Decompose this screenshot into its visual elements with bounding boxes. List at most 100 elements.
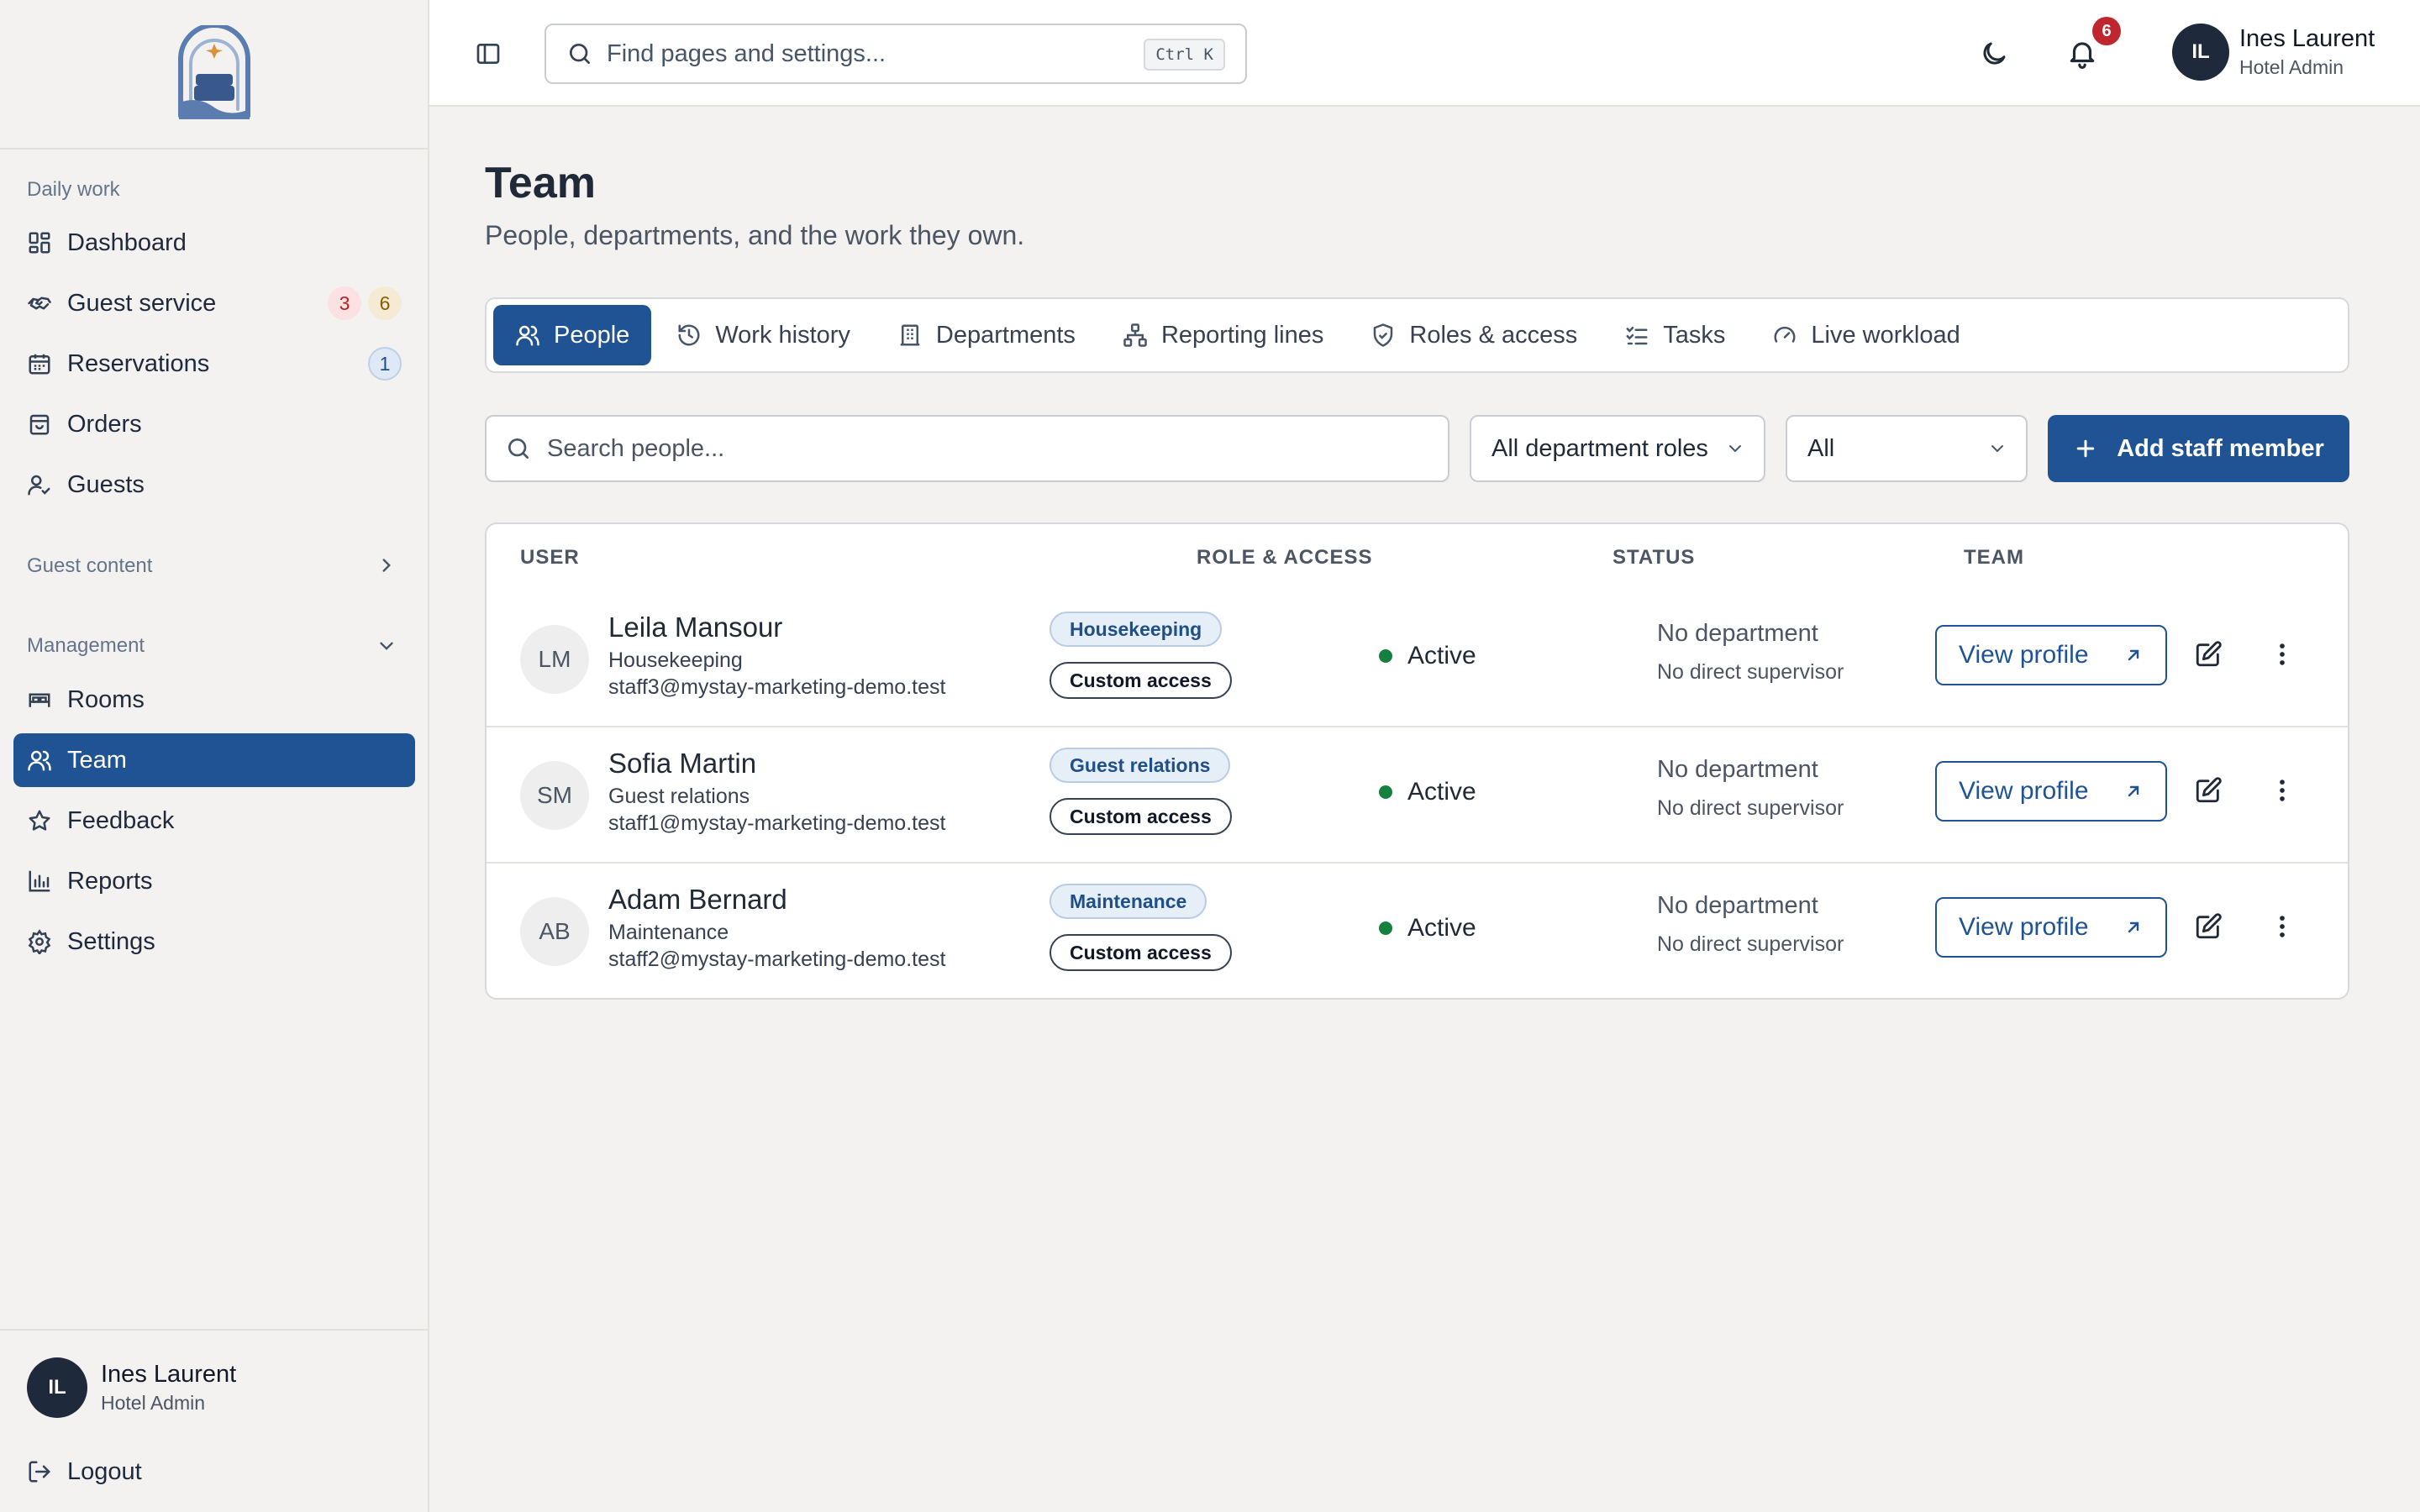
tab-departments[interactable]: Departments	[876, 305, 1097, 365]
department-role-value: All department roles	[1491, 434, 1708, 462]
status-indicator: Active	[1379, 914, 1476, 942]
user-name: Adam Bernard	[608, 884, 787, 915]
column-header-status[interactable]: STATUS	[1612, 546, 1695, 570]
page-title: Team	[485, 159, 596, 207]
sidebar-footer: IL Ines Laurent Hotel Admin Logout	[0, 1329, 428, 1512]
department-role-select[interactable]: All department roles	[1470, 415, 1765, 482]
sidebar-item-label: Rooms	[67, 685, 145, 713]
chevron-down-icon	[1991, 445, 2003, 453]
avatar: LM	[520, 625, 589, 694]
global-search-placeholder: Find pages and settings...	[607, 39, 886, 67]
reservation-count-badge: 1	[368, 347, 402, 381]
more-vertical-icon[interactable]	[2268, 776, 2296, 805]
view-profile-label: View profile	[1959, 913, 2089, 941]
global-search-input[interactable]: Find pages and settings... Ctrl K	[544, 24, 1247, 84]
avatar: SM	[520, 761, 589, 830]
people-table: USER ROLE & ACCESS STATUS TEAM LM Leila …	[485, 522, 2349, 1000]
section-label-daily-work: Daily work	[27, 178, 120, 201]
bar-chart-icon	[29, 870, 50, 892]
tab-people[interactable]: People	[493, 305, 652, 365]
edit-icon[interactable]	[2194, 776, 2223, 805]
user-menu[interactable]: IL Ines Laurent Hotel Admin	[2172, 24, 2375, 81]
bell-icon[interactable]	[2066, 37, 2098, 69]
moon-icon[interactable]	[1979, 39, 2009, 69]
more-vertical-icon[interactable]	[2268, 640, 2296, 669]
pending-count-badge: 6	[368, 286, 402, 320]
column-header-role-access[interactable]: ROLE & ACCESS	[1197, 546, 1372, 570]
sidebar: Daily work Dashboard Guest service 3 6 R…	[0, 0, 429, 1512]
sidebar-item-guest-service[interactable]: Guest service 3 6	[13, 276, 415, 330]
avatar: IL	[27, 1357, 87, 1418]
history-icon	[678, 324, 700, 346]
sidebar-item-reports[interactable]: Reports	[13, 854, 415, 908]
sidebar-item-feedback[interactable]: Feedback	[13, 794, 415, 848]
sidebar-user-role: Hotel Admin	[101, 1392, 206, 1414]
tab-label: Work history	[715, 321, 850, 349]
status-select[interactable]: All	[1786, 415, 2028, 482]
sidebar-item-team[interactable]: Team	[13, 733, 415, 787]
column-header-user[interactable]: USER	[520, 546, 580, 570]
chevron-down-icon[interactable]	[376, 635, 397, 657]
tab-label: Tasks	[1663, 321, 1726, 349]
edit-icon[interactable]	[2194, 640, 2223, 669]
shopping-bag-icon	[29, 414, 50, 435]
tab-live-workload[interactable]: Live workload	[1750, 305, 1981, 365]
view-profile-button[interactable]: View profile	[1935, 897, 2167, 958]
edit-icon[interactable]	[2194, 912, 2223, 941]
access-tag: Custom access	[1050, 662, 1232, 699]
section-label-management[interactable]: Management	[27, 634, 145, 658]
chevron-right-icon[interactable]	[376, 554, 397, 576]
avatar: IL	[2172, 24, 2229, 81]
user-name: Sofia Martin	[608, 748, 757, 779]
access-tag: Custom access	[1050, 798, 1232, 835]
sidebar-item-reservations[interactable]: Reservations 1	[13, 337, 415, 391]
tab-work-history[interactable]: Work history	[655, 305, 872, 365]
status-select-value: All	[1807, 434, 1835, 462]
tab-label: Reporting lines	[1160, 321, 1324, 349]
sidebar-item-rooms[interactable]: Rooms	[13, 673, 415, 727]
table-row[interactable]: SM Sofia Martin Guest relations staff1@m…	[487, 727, 2348, 864]
column-header-team[interactable]: TEAM	[1964, 546, 2024, 570]
section-label-guest-content[interactable]: Guest content	[27, 554, 152, 578]
calendar-icon	[29, 354, 50, 375]
sidebar-item-orders[interactable]: Orders	[13, 397, 415, 451]
sidebar-item-label: Reports	[67, 867, 153, 895]
add-staff-member-button[interactable]: Add staff member	[2048, 415, 2349, 482]
tab-tasks[interactable]: Tasks	[1602, 305, 1747, 365]
hotel-logo-icon[interactable]	[174, 25, 255, 123]
users-icon	[516, 325, 539, 346]
sidebar-item-label: Feedback	[67, 806, 175, 834]
sidebar-item-settings[interactable]: Settings	[13, 915, 415, 969]
sidebar-user-card[interactable]: IL Ines Laurent Hotel Admin	[27, 1357, 236, 1418]
more-vertical-icon[interactable]	[2268, 912, 2296, 941]
people-search-input[interactable]: Search people...	[485, 415, 1449, 482]
tab-bar: People Work history Departments Reportin…	[485, 297, 2349, 373]
tab-roles-access[interactable]: Roles & access	[1349, 305, 1599, 365]
users-icon	[28, 750, 51, 771]
table-row[interactable]: LM Leila Mansour Housekeeping staff3@mys…	[487, 591, 2348, 727]
table-row[interactable]: AB Adam Bernard Maintenance staff2@mysta…	[487, 864, 2348, 998]
view-profile-label: View profile	[1959, 777, 2089, 805]
tab-label: Live workload	[1811, 321, 1960, 349]
sidebar-item-guests[interactable]: Guests	[13, 458, 415, 512]
sidebar-item-dashboard[interactable]: Dashboard	[13, 216, 415, 270]
view-profile-button[interactable]: View profile	[1935, 761, 2167, 822]
status-dot	[1379, 921, 1392, 935]
view-profile-button[interactable]: View profile	[1935, 625, 2167, 685]
user-email: staff3@mystay-marketing-demo.test	[608, 675, 946, 699]
user-department: Guest relations	[608, 785, 750, 808]
logout-button[interactable]: Logout	[13, 1445, 415, 1499]
people-toolbar: Search people... All department roles Al…	[485, 415, 2349, 482]
sidebar-toggle-icon[interactable]	[475, 40, 502, 67]
building-icon	[900, 324, 920, 346]
topbar: Find pages and settings... Ctrl K 6 IL I…	[429, 0, 2420, 107]
sidebar-user-name: Ines Laurent	[101, 1361, 237, 1388]
page-subtitle: People, departments, and the work they o…	[485, 220, 1025, 250]
tab-reporting-lines[interactable]: Reporting lines	[1101, 305, 1345, 365]
tab-label: Roles & access	[1409, 321, 1578, 349]
tab-label: Departments	[935, 321, 1076, 349]
user-email: staff1@mystay-marketing-demo.test	[608, 811, 946, 835]
shield-check-icon	[1374, 323, 1393, 347]
logout-icon	[29, 1461, 51, 1483]
team-department: No department	[1657, 756, 1818, 783]
